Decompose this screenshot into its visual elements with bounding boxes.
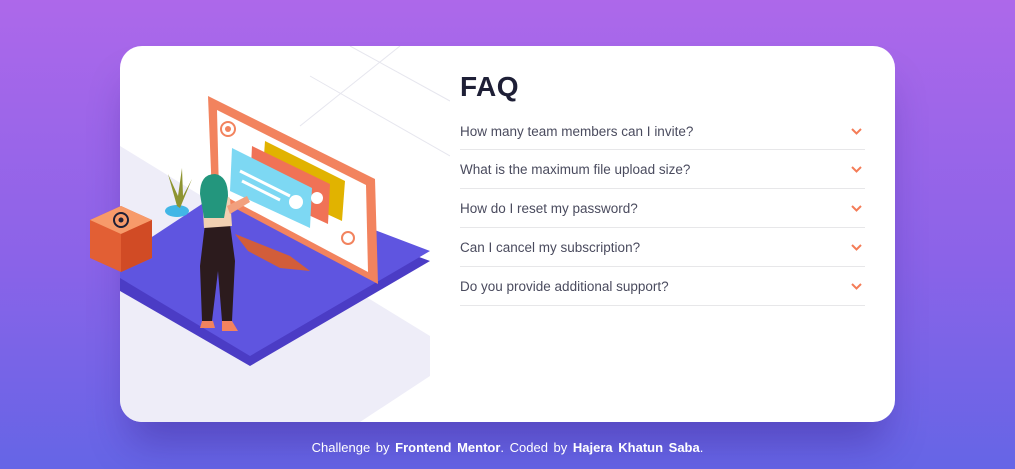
woman-online-illustration	[120, 46, 450, 422]
chevron-down-icon[interactable]	[849, 164, 863, 174]
chevron-down-icon[interactable]	[849, 203, 863, 213]
faq-list: How many team members can I invite? What…	[460, 114, 865, 306]
attribution-middle: . Coded by	[500, 440, 568, 455]
cube-at-icon	[90, 206, 152, 272]
faq-item[interactable]: How do I reset my password?	[460, 189, 865, 228]
faq-title: FAQ	[460, 71, 520, 102]
attribution-prefix: Challenge by	[311, 440, 390, 455]
faq-item[interactable]: How many team members can I invite?	[460, 114, 865, 150]
faq-item[interactable]: Can I cancel my subscription?	[460, 228, 865, 267]
frontend-mentor-link[interactable]: Frontend Mentor	[395, 440, 500, 455]
attribution-suffix: .	[699, 440, 704, 455]
faq-section: FAQ How many team members can I invite? …	[460, 70, 865, 306]
faq-question: Can I cancel my subscription?	[460, 239, 641, 255]
faq-question: What is the maximum file upload size?	[460, 161, 691, 177]
faq-question: Do you provide additional support?	[460, 278, 669, 294]
chevron-down-icon[interactable]	[849, 281, 863, 291]
faq-item[interactable]: Do you provide additional support?	[460, 267, 865, 306]
illustration	[90, 46, 450, 422]
faq-card: FAQ How many team members can I invite? …	[90, 46, 895, 422]
chevron-down-icon[interactable]	[849, 242, 863, 252]
attribution: Challenge by Frontend Mentor. Coded by H…	[0, 440, 1015, 455]
author-link[interactable]: Hajera Khatun Saba	[573, 440, 700, 455]
faq-question: How many team members can I invite?	[460, 124, 694, 139]
chevron-down-icon[interactable]	[849, 127, 863, 137]
faq-item[interactable]: What is the maximum file upload size?	[460, 150, 865, 189]
faq-question: How do I reset my password?	[460, 200, 638, 216]
